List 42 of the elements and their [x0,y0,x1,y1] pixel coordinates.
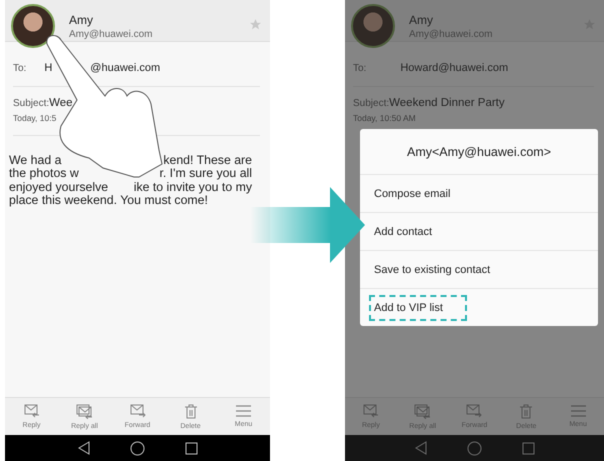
message-text: r. I'm sure you all [159,167,252,181]
to-label: To: [353,63,366,74]
message-text: kend! These are [163,154,252,168]
back-icon[interactable] [78,441,90,455]
menu-item[interactable]: Compose email [369,180,474,206]
recipient-text: H [44,62,52,74]
reply-all-mail-icon [414,404,432,418]
home-icon[interactable] [130,440,144,456]
reply-all-mail-icon [76,404,94,418]
forward-mail-icon [130,404,146,418]
subject-label: Subject: [13,98,50,109]
sender-name: Amy [69,13,94,27]
date-text: Today, 10:5 [13,113,58,123]
to-label: To: [13,63,26,74]
subject-text: Wee [49,97,73,109]
message-text: enjoyed yourselve [9,180,108,194]
menu-item[interactable]: Save to existing contact [369,256,514,282]
reply-mail-icon [24,404,40,418]
message-text: place this weekend. You must come! [9,194,208,208]
recipient-text: Howard@huawei.com [400,62,508,74]
date-text: Today, 10:50 AM [353,113,417,123]
menu-icon [236,405,251,417]
sender-email: Amy@huawei.com [409,29,494,40]
menu-icon [570,405,586,417]
trash-icon [184,404,196,418]
subject-text: Weekend Dinner Party [389,97,505,109]
subject-label: Subject: [353,98,390,109]
star-icon[interactable] [249,18,262,31]
sender-email: Amy@huawei.com [69,29,154,40]
forward-mail-icon [466,404,482,418]
avatar[interactable] [11,4,55,48]
message-text: We had a [9,154,62,168]
sender-name: Amy [409,13,434,27]
menu-item[interactable]: Add contact [369,218,456,244]
menu-item[interactable]: Add to VIP list [369,294,467,320]
recipient-text: @huawei.com [90,62,160,74]
reply-mail-icon [362,404,379,418]
recents-icon[interactable] [184,442,198,454]
message-text: the photos w [9,167,79,181]
message-text: ike to invite you to my [134,180,252,194]
trash-icon [520,404,532,418]
menu-title: Amy<Amy@huawei.com> [406,144,552,161]
